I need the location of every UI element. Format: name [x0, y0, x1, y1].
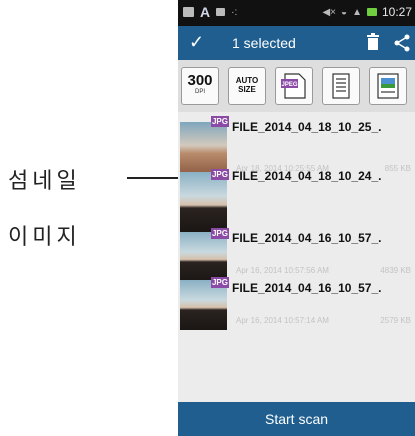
file-row[interactable]: JPG FILE_2014_04_18_10_25_. Apr 18, 2014… — [178, 112, 415, 174]
dpi-label: DPI — [194, 89, 205, 95]
message-icon — [216, 8, 226, 16]
thumbnail-image — [180, 122, 227, 174]
phone-screen: A ·: ◀× ◒ ▲ 10:27 ✓ 1 selected 300 DPI A… — [178, 0, 415, 436]
document-lines-icon — [332, 73, 350, 99]
thumbnail-image — [180, 172, 227, 232]
file-size: 4839 KB — [380, 266, 411, 275]
jpg-badge: JPG — [211, 169, 229, 180]
annotation-line1: 섬네일 — [8, 169, 81, 194]
signal-icon: ▲ — [352, 6, 362, 18]
status-bar: A ·: ◀× ◒ ▲ 10:27 — [178, 0, 415, 26]
document-button[interactable] — [322, 67, 360, 105]
color-image-icon — [377, 73, 399, 99]
jpeg-format-button[interactable]: JPEG — [275, 67, 313, 105]
dpi-value: 300 — [187, 72, 213, 89]
file-name: FILE_2014_04_18_10_25_. — [232, 120, 382, 134]
action-bar: ✓ 1 selected — [178, 26, 415, 60]
jpeg-file-icon: JPEG — [281, 73, 306, 99]
start-scan-button[interactable]: Start scan — [178, 402, 415, 436]
clock: 10:27 — [381, 5, 412, 19]
mute-icon: ◀× — [322, 6, 337, 18]
wifi-icon: ◒ — [341, 6, 348, 18]
battery-icon — [366, 8, 377, 16]
jpeg-file-label: JPEG — [281, 82, 297, 88]
app-letter-icon: A — [200, 4, 211, 20]
callout-line — [127, 177, 179, 179]
done-check-icon[interactable]: ✓ — [189, 32, 204, 53]
image-notification-icon — [183, 7, 194, 17]
auto-size-line2: SIZE — [238, 85, 256, 94]
jpg-badge: JPG — [211, 228, 229, 239]
auto-size-button[interactable]: AUTO SIZE — [228, 67, 266, 105]
auto-size-line1: AUTO — [235, 76, 259, 85]
jpg-badge: JPG — [211, 116, 229, 127]
file-row[interactable]: JPG FILE_2014_04_16_10_57_. Apr 16, 2014… — [178, 277, 415, 340]
trash-icon[interactable] — [366, 33, 380, 51]
file-row[interactable]: JPG FILE_2014_04_18_10_24_. — [178, 169, 415, 232]
dots-icon: ·: — [231, 6, 238, 18]
dpi-button[interactable]: 300 DPI — [181, 67, 219, 105]
jpg-badge: JPG — [211, 277, 229, 288]
file-size: 2579 KB — [380, 316, 411, 325]
color-mode-button[interactable] — [369, 67, 407, 105]
scan-settings-toolbar: 300 DPI AUTO SIZE JPEG — [178, 60, 415, 112]
annotation-line2: 이미지 — [8, 225, 81, 250]
file-date: Apr 16, 2014 10:57:56 AM — [236, 266, 329, 275]
file-name: FILE_2014_04_16_10_57_. — [232, 281, 382, 295]
file-name: FILE_2014_04_18_10_24_. — [232, 169, 382, 183]
thumbnail-image — [180, 232, 227, 282]
selection-count: 1 selected — [232, 35, 296, 51]
share-icon[interactable] — [393, 34, 411, 52]
file-name: FILE_2014_04_16_10_57_. — [232, 231, 382, 245]
file-date: Apr 16, 2014 10:57:14 AM — [236, 316, 329, 325]
